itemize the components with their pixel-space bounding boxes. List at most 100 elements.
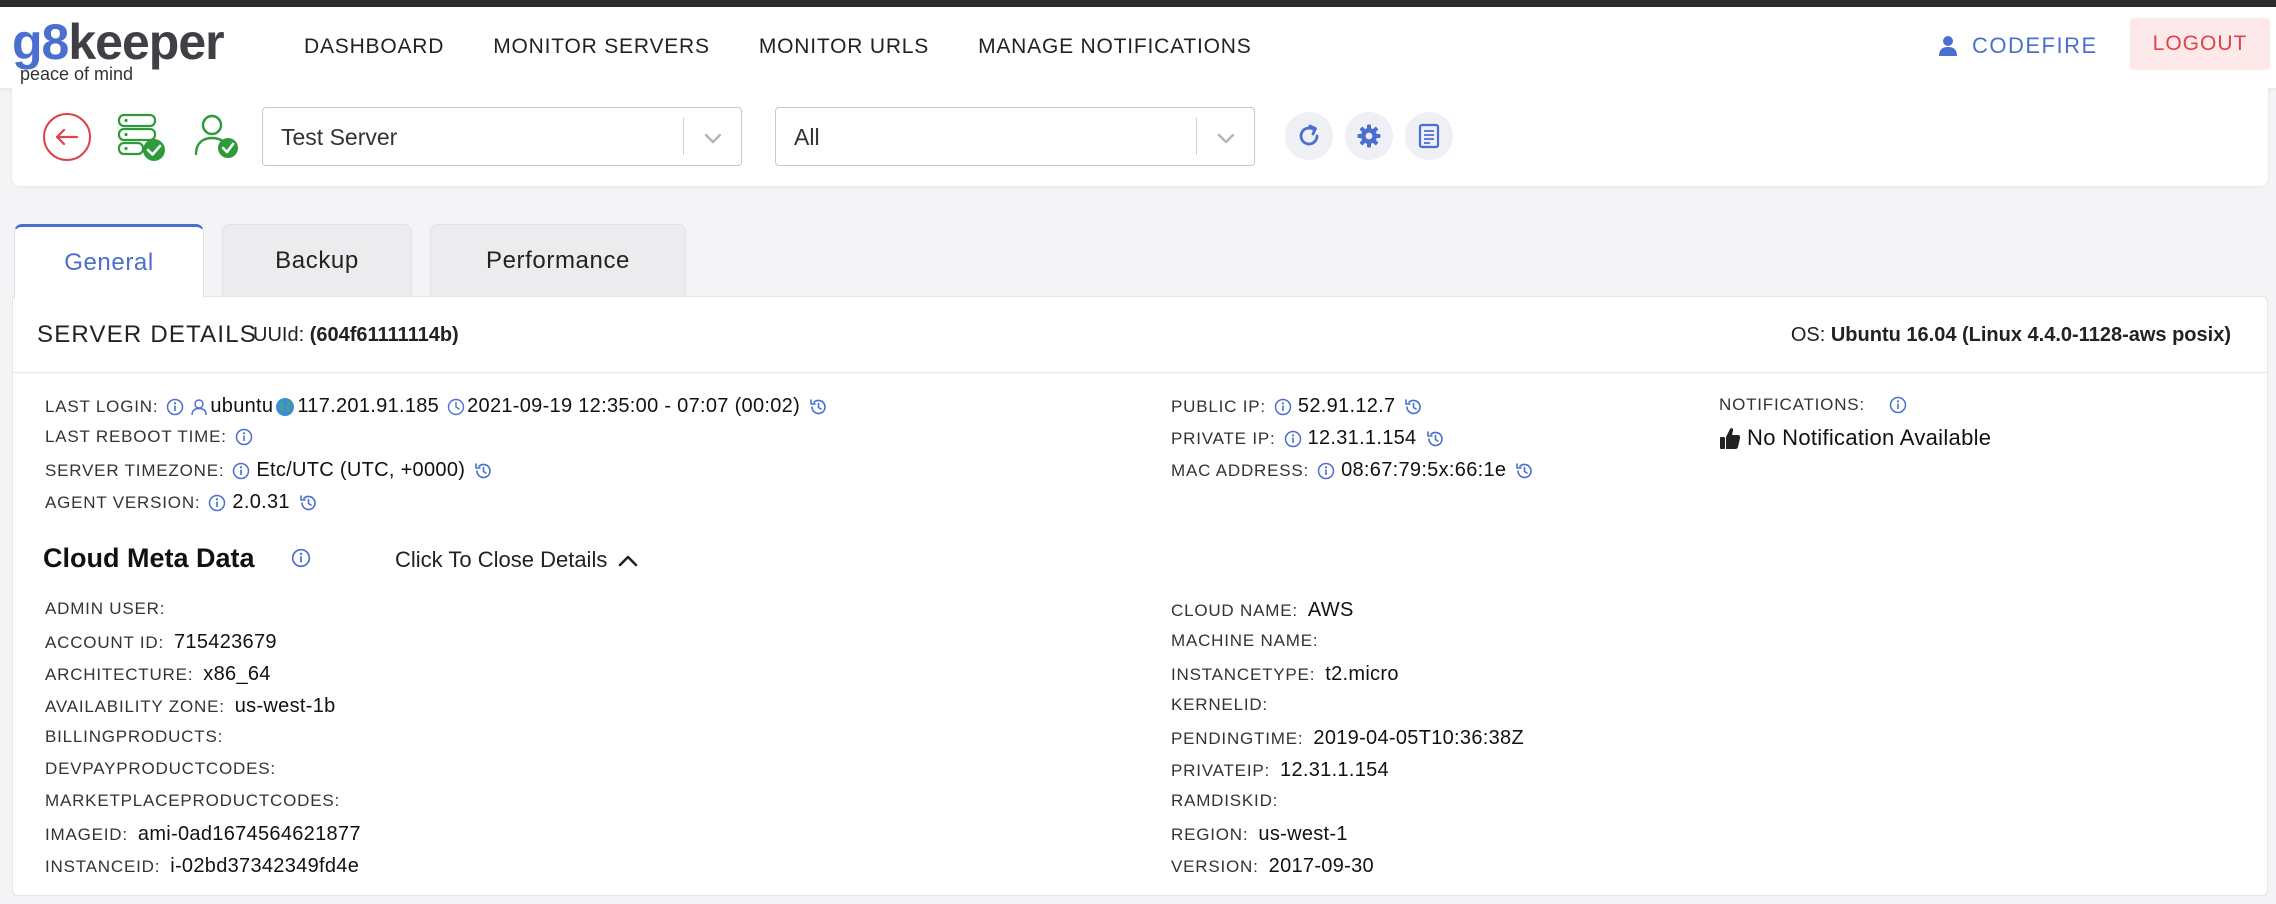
private-ip-row: PRIVATE IP: 12.31.1.154: [1171, 427, 1445, 450]
chevron-down-icon: [1217, 133, 1235, 144]
server-select[interactable]: Test Server: [262, 107, 742, 166]
notifications-value: No Notification Available: [1747, 425, 1992, 450]
server-details-title: SERVER DETAILS: [37, 321, 257, 348]
last-reboot-label: LAST REBOOT TIME:: [45, 427, 227, 446]
nav-manage-notifications[interactable]: MANAGE NOTIFICATIONS: [978, 35, 1251, 59]
history-icon[interactable]: [298, 493, 318, 513]
info-icon[interactable]: [208, 494, 226, 512]
last-login-ip: 117.201.91.185: [297, 395, 440, 417]
public-ip-label: PUBLIC IP:: [1171, 396, 1266, 416]
agent-version-row: AGENT VERSION: 2.0.31: [45, 491, 318, 514]
chevron-up-icon: [619, 555, 638, 567]
info-icon[interactable]: [1317, 462, 1335, 480]
clock-icon: [447, 398, 465, 415]
meta-admin-user: ADMIN USER:: [45, 599, 166, 618]
logo-tagline: peace of mind: [20, 64, 134, 84]
cloud-meta-title: Cloud Meta Data: [43, 543, 255, 573]
uuid-text: UUId: (604f61111114b): [253, 324, 459, 346]
private-ip-label: PRIVATE IP:: [1171, 428, 1276, 448]
nav-dashboard[interactable]: DASHBOARD: [304, 35, 444, 59]
history-icon[interactable]: [473, 461, 493, 481]
user-menu[interactable]: CODEFIRE: [1938, 33, 2098, 59]
agent-version-label: AGENT VERSION:: [45, 492, 201, 512]
info-icon[interactable]: [1284, 430, 1302, 448]
meta-private-ip: PRIVATEIP: 12.31.1.154: [1171, 759, 1389, 781]
tab-backup[interactable]: Backup: [222, 224, 412, 297]
mac-address-row: MAC ADDRESS: 08:67:79:5x:66:1e: [1171, 459, 1534, 482]
filter-select-value: All: [794, 124, 820, 150]
nav-monitor-urls[interactable]: MONITOR URLS: [759, 35, 929, 59]
meta-machine-name: MACHINE NAME:: [1171, 631, 1319, 650]
main-nav: DASHBOARD MONITOR SERVERS MONITOR URLS M…: [304, 35, 1252, 59]
meta-region: REGION: us-west-1: [1171, 823, 1348, 845]
user-check-icon[interactable]: [192, 112, 240, 160]
info-icon[interactable]: [291, 548, 311, 568]
filter-select[interactable]: All: [775, 107, 1255, 166]
meta-version: VERSION: 2017-09-30: [1171, 855, 1374, 877]
history-icon[interactable]: [1425, 429, 1445, 449]
history-icon[interactable]: [1514, 461, 1534, 481]
meta-pending-time: PENDINGTIME: 2019-04-05T10:36:38Z: [1171, 727, 1524, 749]
settings-button[interactable]: [1345, 112, 1393, 160]
tab-performance[interactable]: Performance: [430, 224, 686, 297]
meta-instance-id: INSTANCEID: i-02bd37342349fd4e: [45, 855, 360, 877]
user-name: CODEFIRE: [1972, 33, 2098, 58]
history-icon[interactable]: [1403, 397, 1423, 417]
info-icon[interactable]: [235, 428, 253, 446]
document-list-icon: [1418, 123, 1440, 149]
refresh-icon: [1299, 124, 1319, 146]
mac-address-value: 08:67:79:5x:66:1e: [1341, 459, 1507, 481]
server-check-icon[interactable]: [116, 112, 166, 162]
notifications-label: NOTIFICATIONS:: [1719, 395, 1865, 414]
logout-button[interactable]: LOGOUT: [2130, 18, 2270, 70]
agent-version-value: 2.0.31: [232, 491, 290, 513]
server-select-value: Test Server: [281, 124, 398, 150]
meta-devpay-product-codes: DEVPAYPRODUCTCODES:: [45, 759, 276, 778]
timezone-label: SERVER TIMEZONE:: [45, 460, 225, 480]
meta-architecture: ARCHITECTURE: x86_64: [45, 663, 271, 685]
server-toolbar: Test Server All: [12, 88, 2268, 186]
server-details-panel: SERVER DETAILS UUId: (604f61111114b) OS:…: [12, 296, 2268, 896]
public-ip-row: PUBLIC IP: 52.91.12.7: [1171, 395, 1423, 418]
timezone-row: SERVER TIMEZONE: Etc/UTC (UTC, +0000): [45, 459, 493, 482]
last-login-row: LAST LOGIN: ubuntu 117.201.91.185 2021-0…: [45, 395, 828, 418]
info-icon[interactable]: [1889, 396, 1907, 414]
top-header: g8keeper peace of mind DASHBOARD MONITOR…: [0, 7, 2276, 88]
info-icon[interactable]: [232, 462, 250, 480]
public-ip-value: 52.91.12.7: [1297, 395, 1396, 417]
meta-account-id: ACCOUNT ID: 715423679: [45, 631, 277, 653]
back-arrow-icon[interactable]: [42, 112, 92, 162]
last-login-user: ubuntu: [210, 395, 274, 417]
top-strip: [0, 0, 2276, 7]
meta-marketplace-product-codes: MARKETPLACEPRODUCTCODES:: [45, 791, 341, 810]
meta-cloud-name: CLOUD NAME: AWS: [1171, 599, 1354, 621]
last-login-label: LAST LOGIN:: [45, 396, 159, 416]
chevron-down-icon: [704, 133, 722, 144]
last-login-time: 2021-09-19 12:35:00 - 07:07 (00:02): [467, 395, 801, 417]
notifications-value-row: No Notification Available: [1719, 425, 1991, 451]
g8keeper-logo[interactable]: g8keeper peace of mind: [12, 17, 225, 84]
private-ip-value: 12.31.1.154: [1307, 427, 1417, 449]
meta-kernel-id: KERNELID:: [1171, 695, 1268, 714]
mac-address-label: MAC ADDRESS:: [1171, 460, 1310, 480]
server-select-separator: [683, 118, 684, 155]
close-details-label: Click To Close Details: [395, 547, 608, 572]
last-reboot-row: LAST REBOOT TIME:: [45, 427, 259, 447]
tab-general[interactable]: General: [14, 224, 204, 299]
meta-billing-products: BILLINGPRODUCTS:: [45, 727, 224, 746]
report-button[interactable]: [1405, 112, 1453, 160]
nav-monitor-servers[interactable]: MONITOR SERVERS: [493, 35, 710, 59]
os-text: OS: Ubuntu 16.04 (Linux 4.4.0-1128-aws p…: [1790, 324, 2231, 346]
timezone-value: Etc/UTC (UTC, +0000): [256, 459, 466, 481]
refresh-button[interactable]: [1285, 112, 1333, 160]
filter-select-separator: [1196, 118, 1197, 155]
globe-icon: [276, 397, 295, 416]
meta-image-id: IMAGEID: ami-0ad1674564621877: [45, 823, 361, 845]
close-details-toggle[interactable]: Click To Close Details: [395, 547, 639, 573]
server-details-header: SERVER DETAILS UUId: (604f61111114b) OS:…: [13, 297, 2267, 373]
history-icon[interactable]: [808, 397, 828, 417]
info-icon[interactable]: [1274, 398, 1292, 416]
meta-availability-zone: AVAILABILITY ZONE: us-west-1b: [45, 695, 336, 717]
info-icon[interactable]: [166, 398, 184, 416]
logo-wordmark: g8keeper: [12, 14, 225, 70]
